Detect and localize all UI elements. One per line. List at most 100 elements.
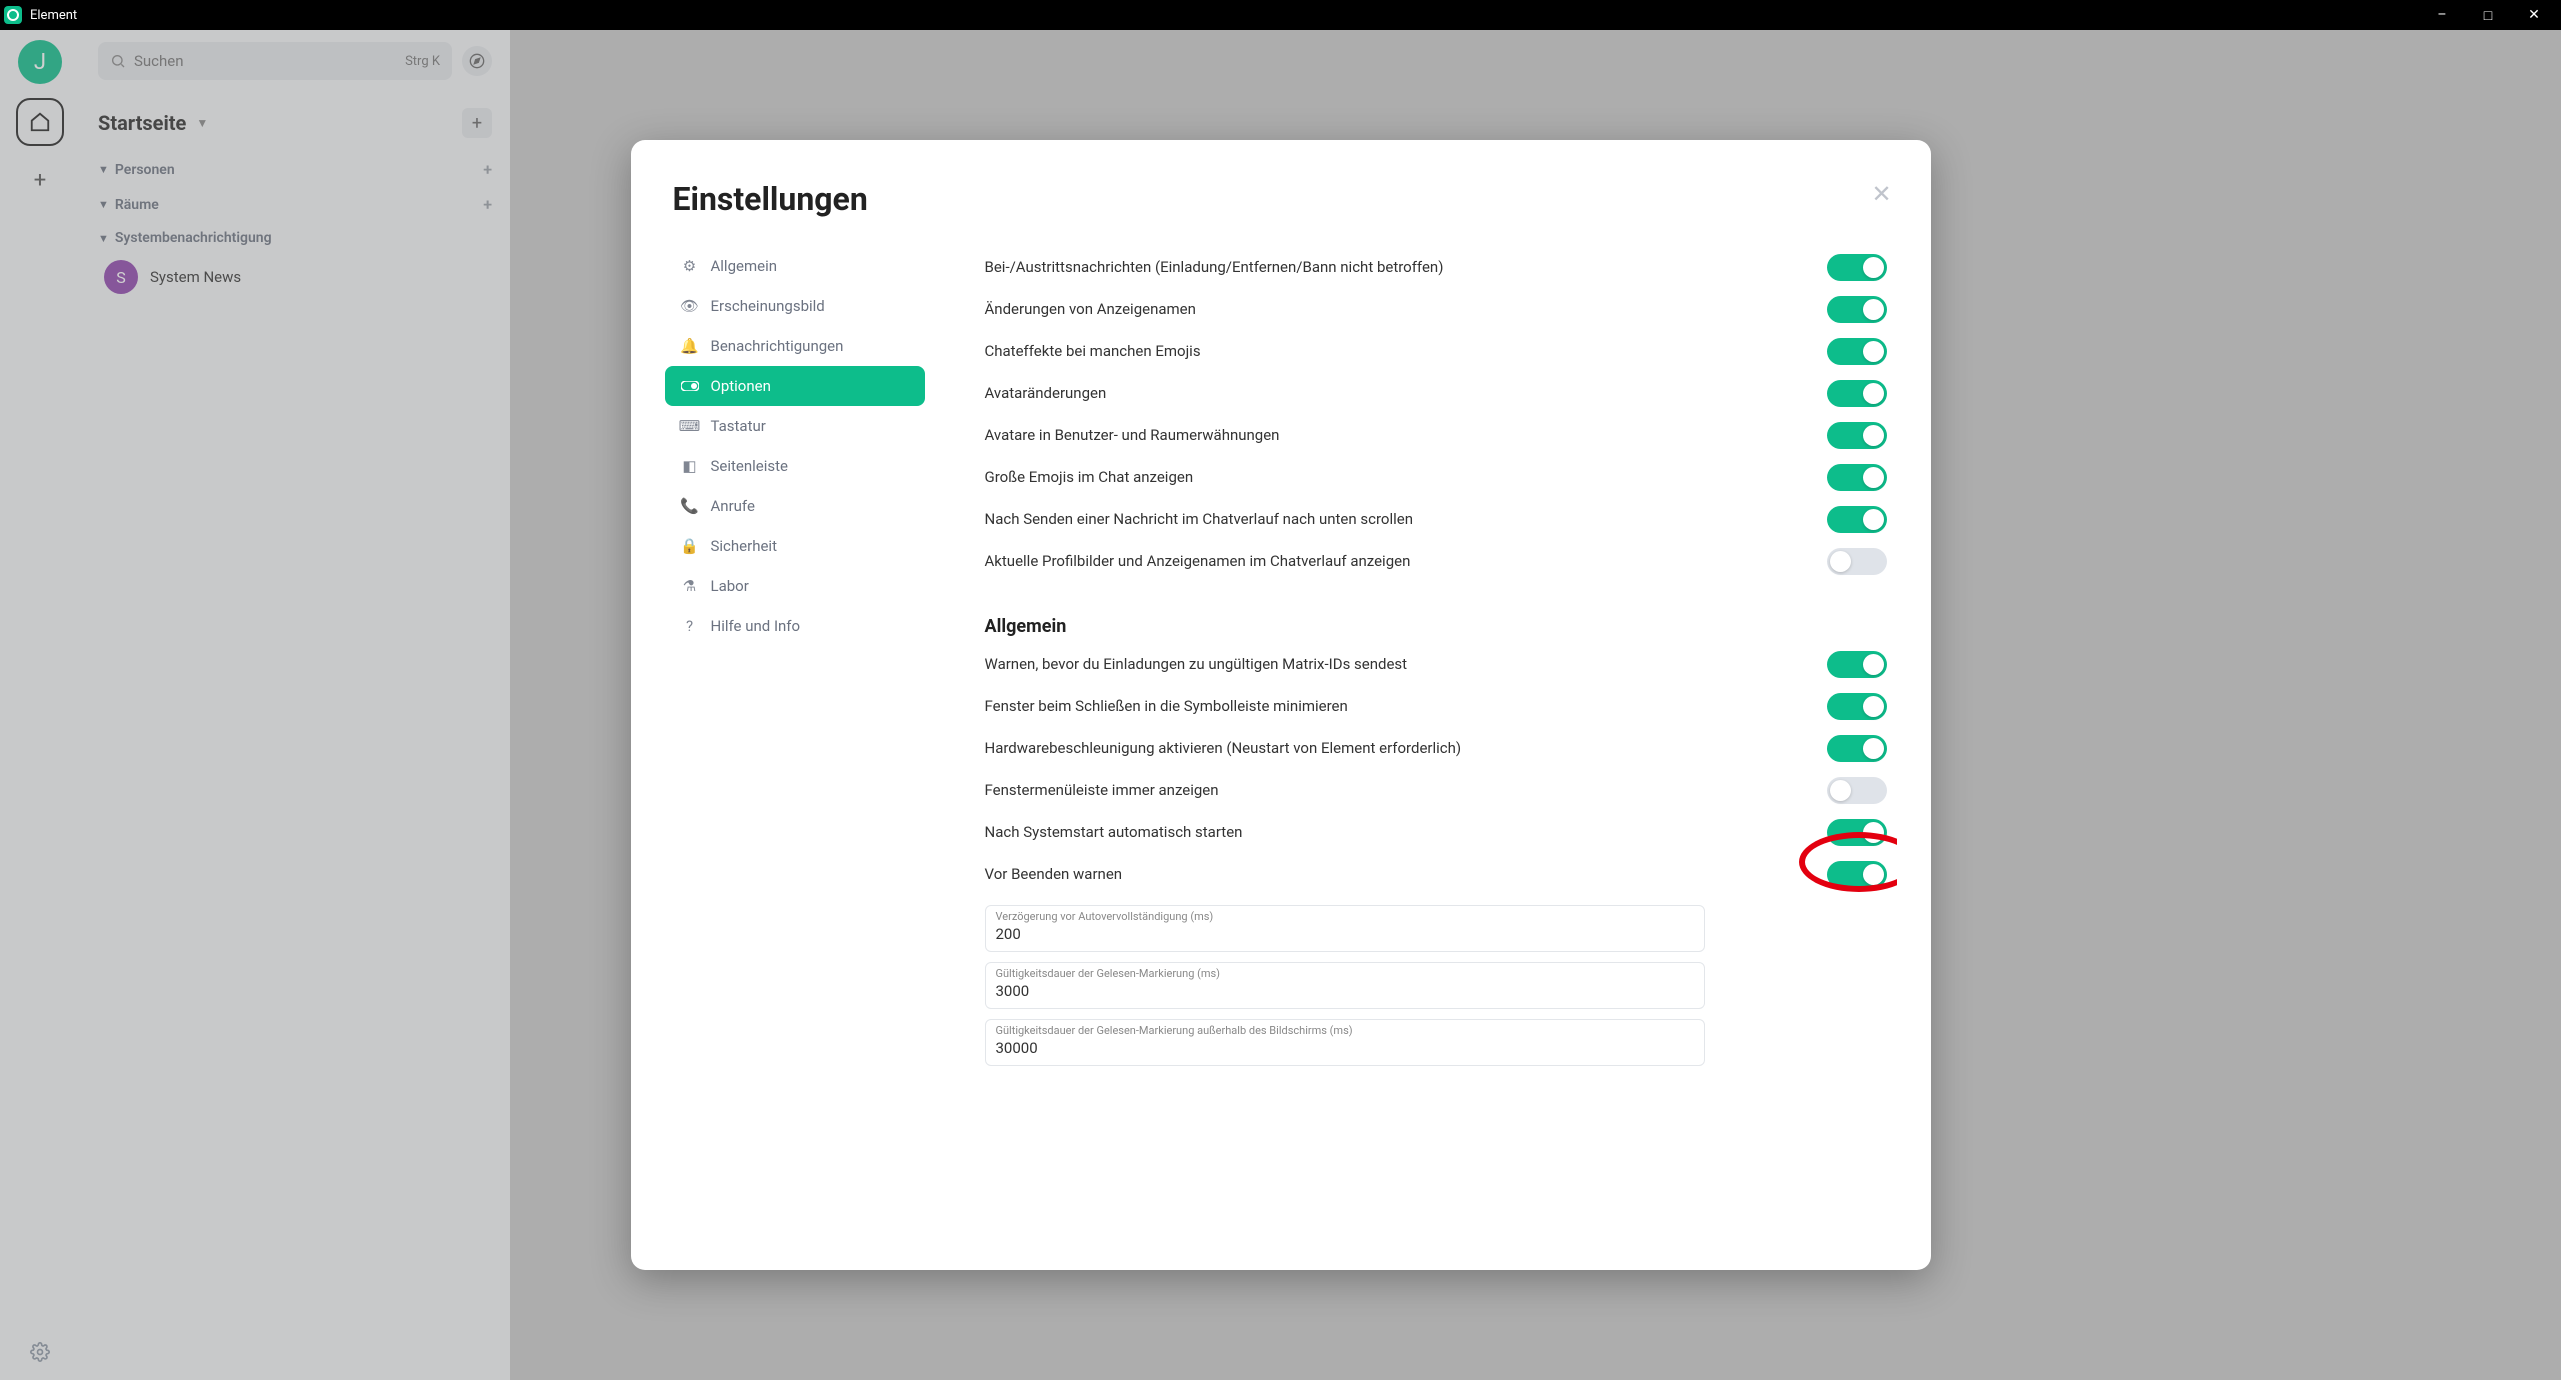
setting-label: Chateffekte bei manchen Emojis	[985, 342, 1221, 360]
toggle-knob	[1863, 341, 1884, 362]
toggle-switch[interactable]	[1827, 254, 1887, 281]
setting-row: Fenster beim Schließen in die Symbolleis…	[985, 685, 1887, 727]
setting-row: Änderungen von Anzeigenamen	[985, 288, 1887, 330]
tab-seitenleiste[interactable]: ◧ Seitenleiste	[665, 446, 925, 486]
dialog-close-button[interactable]: ✕	[1867, 180, 1897, 208]
setting-row: Avataränderungen	[985, 372, 1887, 414]
keyboard-icon: ⌨	[681, 417, 699, 435]
toggle-knob	[1863, 509, 1884, 530]
toggle-switch[interactable]	[1827, 338, 1887, 365]
tab-benachrichtigungen[interactable]: 🔔 Benachrichtigungen	[665, 326, 925, 366]
toggle-switch[interactable]	[1827, 777, 1887, 804]
settings-dialog: Einstellungen ✕ ⚙ Allgemein 👁Erscheinungs…	[631, 140, 1931, 1270]
setting-label: Große Emojis im Chat anzeigen	[985, 468, 1214, 486]
setting-row: Hardwarebeschleunigung aktivieren (Neust…	[985, 727, 1887, 769]
toggle-icon	[681, 381, 699, 391]
setting-label: Fenstermenüleiste immer anzeigen	[985, 781, 1239, 799]
section-heading-allgemein: Allgemein	[985, 616, 1887, 637]
bell-icon: 🔔	[681, 337, 699, 355]
window-maximize-button[interactable]: □	[2465, 0, 2511, 30]
toggle-knob	[1863, 654, 1884, 675]
setting-row: Chateffekte bei manchen Emojis	[985, 330, 1887, 372]
toggle-switch[interactable]	[1827, 651, 1887, 678]
toggle-knob	[1863, 822, 1884, 843]
window-minimize-button[interactable]: –	[2419, 0, 2465, 30]
toggle-switch[interactable]	[1827, 464, 1887, 491]
phone-icon: 📞	[681, 497, 699, 515]
tab-labor[interactable]: ⚗Labor	[665, 566, 925, 606]
number-field: Gültigkeitsdauer der Gelesen-Markierung …	[985, 962, 1705, 1009]
settings-scroll-panel[interactable]: Bei-/Austrittsnachrichten (Einladung/Ent…	[925, 242, 1897, 1238]
tab-label: Optionen	[711, 377, 771, 395]
toggle-switch[interactable]	[1827, 422, 1887, 449]
setting-label: Fenster beim Schließen in die Symbolleis…	[985, 697, 1368, 715]
tab-label: Seitenleiste	[711, 457, 789, 475]
setting-row: Fenstermenüleiste immer anzeigen	[985, 769, 1887, 811]
setting-row: Bei-/Austrittsnachrichten (Einladung/Ent…	[985, 246, 1887, 288]
field-input[interactable]	[996, 982, 1694, 1000]
window-titlebar: Element – □ ✕	[0, 0, 2561, 30]
sidebar-icon: ◧	[681, 457, 699, 475]
toggle-knob	[1863, 383, 1884, 404]
setting-label: Nach Senden einer Nachricht im Chatverla…	[985, 510, 1434, 528]
window-title: Element	[30, 8, 2419, 23]
toggle-knob	[1830, 551, 1851, 572]
number-field: Gültigkeitsdauer der Gelesen-Markierung …	[985, 1019, 1705, 1066]
setting-row: Nach Systemstart automatisch starten	[985, 811, 1887, 853]
tab-label: Sicherheit	[711, 537, 777, 555]
tab-label: Benachrichtigungen	[711, 337, 844, 355]
setting-row: Nach Senden einer Nachricht im Chatverla…	[985, 498, 1887, 540]
field-label: Gültigkeitsdauer der Gelesen-Markierung …	[996, 1024, 1694, 1037]
flask-icon: ⚗	[681, 577, 699, 595]
setting-label: Bei-/Austrittsnachrichten (Einladung/Ent…	[985, 258, 1464, 276]
tab-tastatur[interactable]: ⌨ Tastatur	[665, 406, 925, 446]
tab-anrufe[interactable]: 📞 Anrufe	[665, 486, 925, 526]
setting-label: Warnen, bevor du Einladungen zu ungültig…	[985, 655, 1428, 673]
dialog-title: Einstellungen	[673, 180, 868, 218]
toggle-knob	[1863, 864, 1884, 885]
setting-row: Große Emojis im Chat anzeigen	[985, 456, 1887, 498]
tab-label: Allgemein	[711, 257, 778, 275]
gear-icon: ⚙	[681, 257, 699, 275]
app-icon	[4, 6, 22, 24]
setting-label: Aktuelle Profilbilder und Anzeigenamen i…	[985, 552, 1431, 570]
tab-hilfe[interactable]: ? Hilfe und Info	[665, 606, 925, 646]
field-label: Verzögerung vor Autovervollständigung (m…	[996, 910, 1694, 923]
lock-icon: 🔒	[681, 537, 699, 555]
toggle-switch[interactable]	[1827, 735, 1887, 762]
toggle-switch[interactable]	[1827, 296, 1887, 323]
toggle-knob	[1863, 696, 1884, 717]
window-close-button[interactable]: ✕	[2511, 0, 2557, 30]
tab-label: Tastatur	[711, 417, 766, 435]
tab-sicherheit[interactable]: 🔒 Sicherheit	[665, 526, 925, 566]
tab-erscheinungsbild[interactable]: 👁Erscheinungsbild	[665, 286, 925, 326]
toggle-knob	[1863, 738, 1884, 759]
setting-label: Nach Systemstart automatisch starten	[985, 823, 1263, 841]
setting-label: Vor Beenden warnen	[985, 865, 1143, 883]
field-input[interactable]	[996, 1039, 1694, 1057]
setting-row: Avatare in Benutzer- und Raumerwähnungen	[985, 414, 1887, 456]
field-input[interactable]	[996, 925, 1694, 943]
toggle-switch[interactable]	[1827, 380, 1887, 407]
toggle-knob	[1863, 425, 1884, 446]
settings-tablist: ⚙ Allgemein 👁Erscheinungsbild 🔔 Benachrich…	[665, 242, 925, 1238]
eye-icon: 👁	[681, 297, 699, 315]
toggle-knob	[1863, 467, 1884, 488]
toggle-knob	[1863, 257, 1884, 278]
tab-optionen[interactable]: Optionen	[665, 366, 925, 406]
setting-row: Warnen, bevor du Einladungen zu ungültig…	[985, 643, 1887, 685]
tab-label: Hilfe und Info	[711, 617, 801, 635]
setting-label: Hardwarebeschleunigung aktivieren (Neust…	[985, 739, 1482, 757]
number-field: Verzögerung vor Autovervollständigung (m…	[985, 905, 1705, 952]
help-icon: ?	[681, 617, 699, 635]
tab-label: Anrufe	[711, 497, 755, 515]
toggle-switch[interactable]	[1827, 819, 1887, 846]
toggle-switch[interactable]	[1827, 693, 1887, 720]
setting-label: Avatare in Benutzer- und Raumerwähnungen	[985, 426, 1300, 444]
toggle-switch[interactable]	[1827, 506, 1887, 533]
toggle-switch[interactable]	[1827, 861, 1887, 888]
tab-allgemein[interactable]: ⚙ Allgemein	[665, 246, 925, 286]
toggle-knob	[1830, 780, 1851, 801]
setting-row: Aktuelle Profilbilder und Anzeigenamen i…	[985, 540, 1887, 582]
toggle-switch[interactable]	[1827, 548, 1887, 575]
